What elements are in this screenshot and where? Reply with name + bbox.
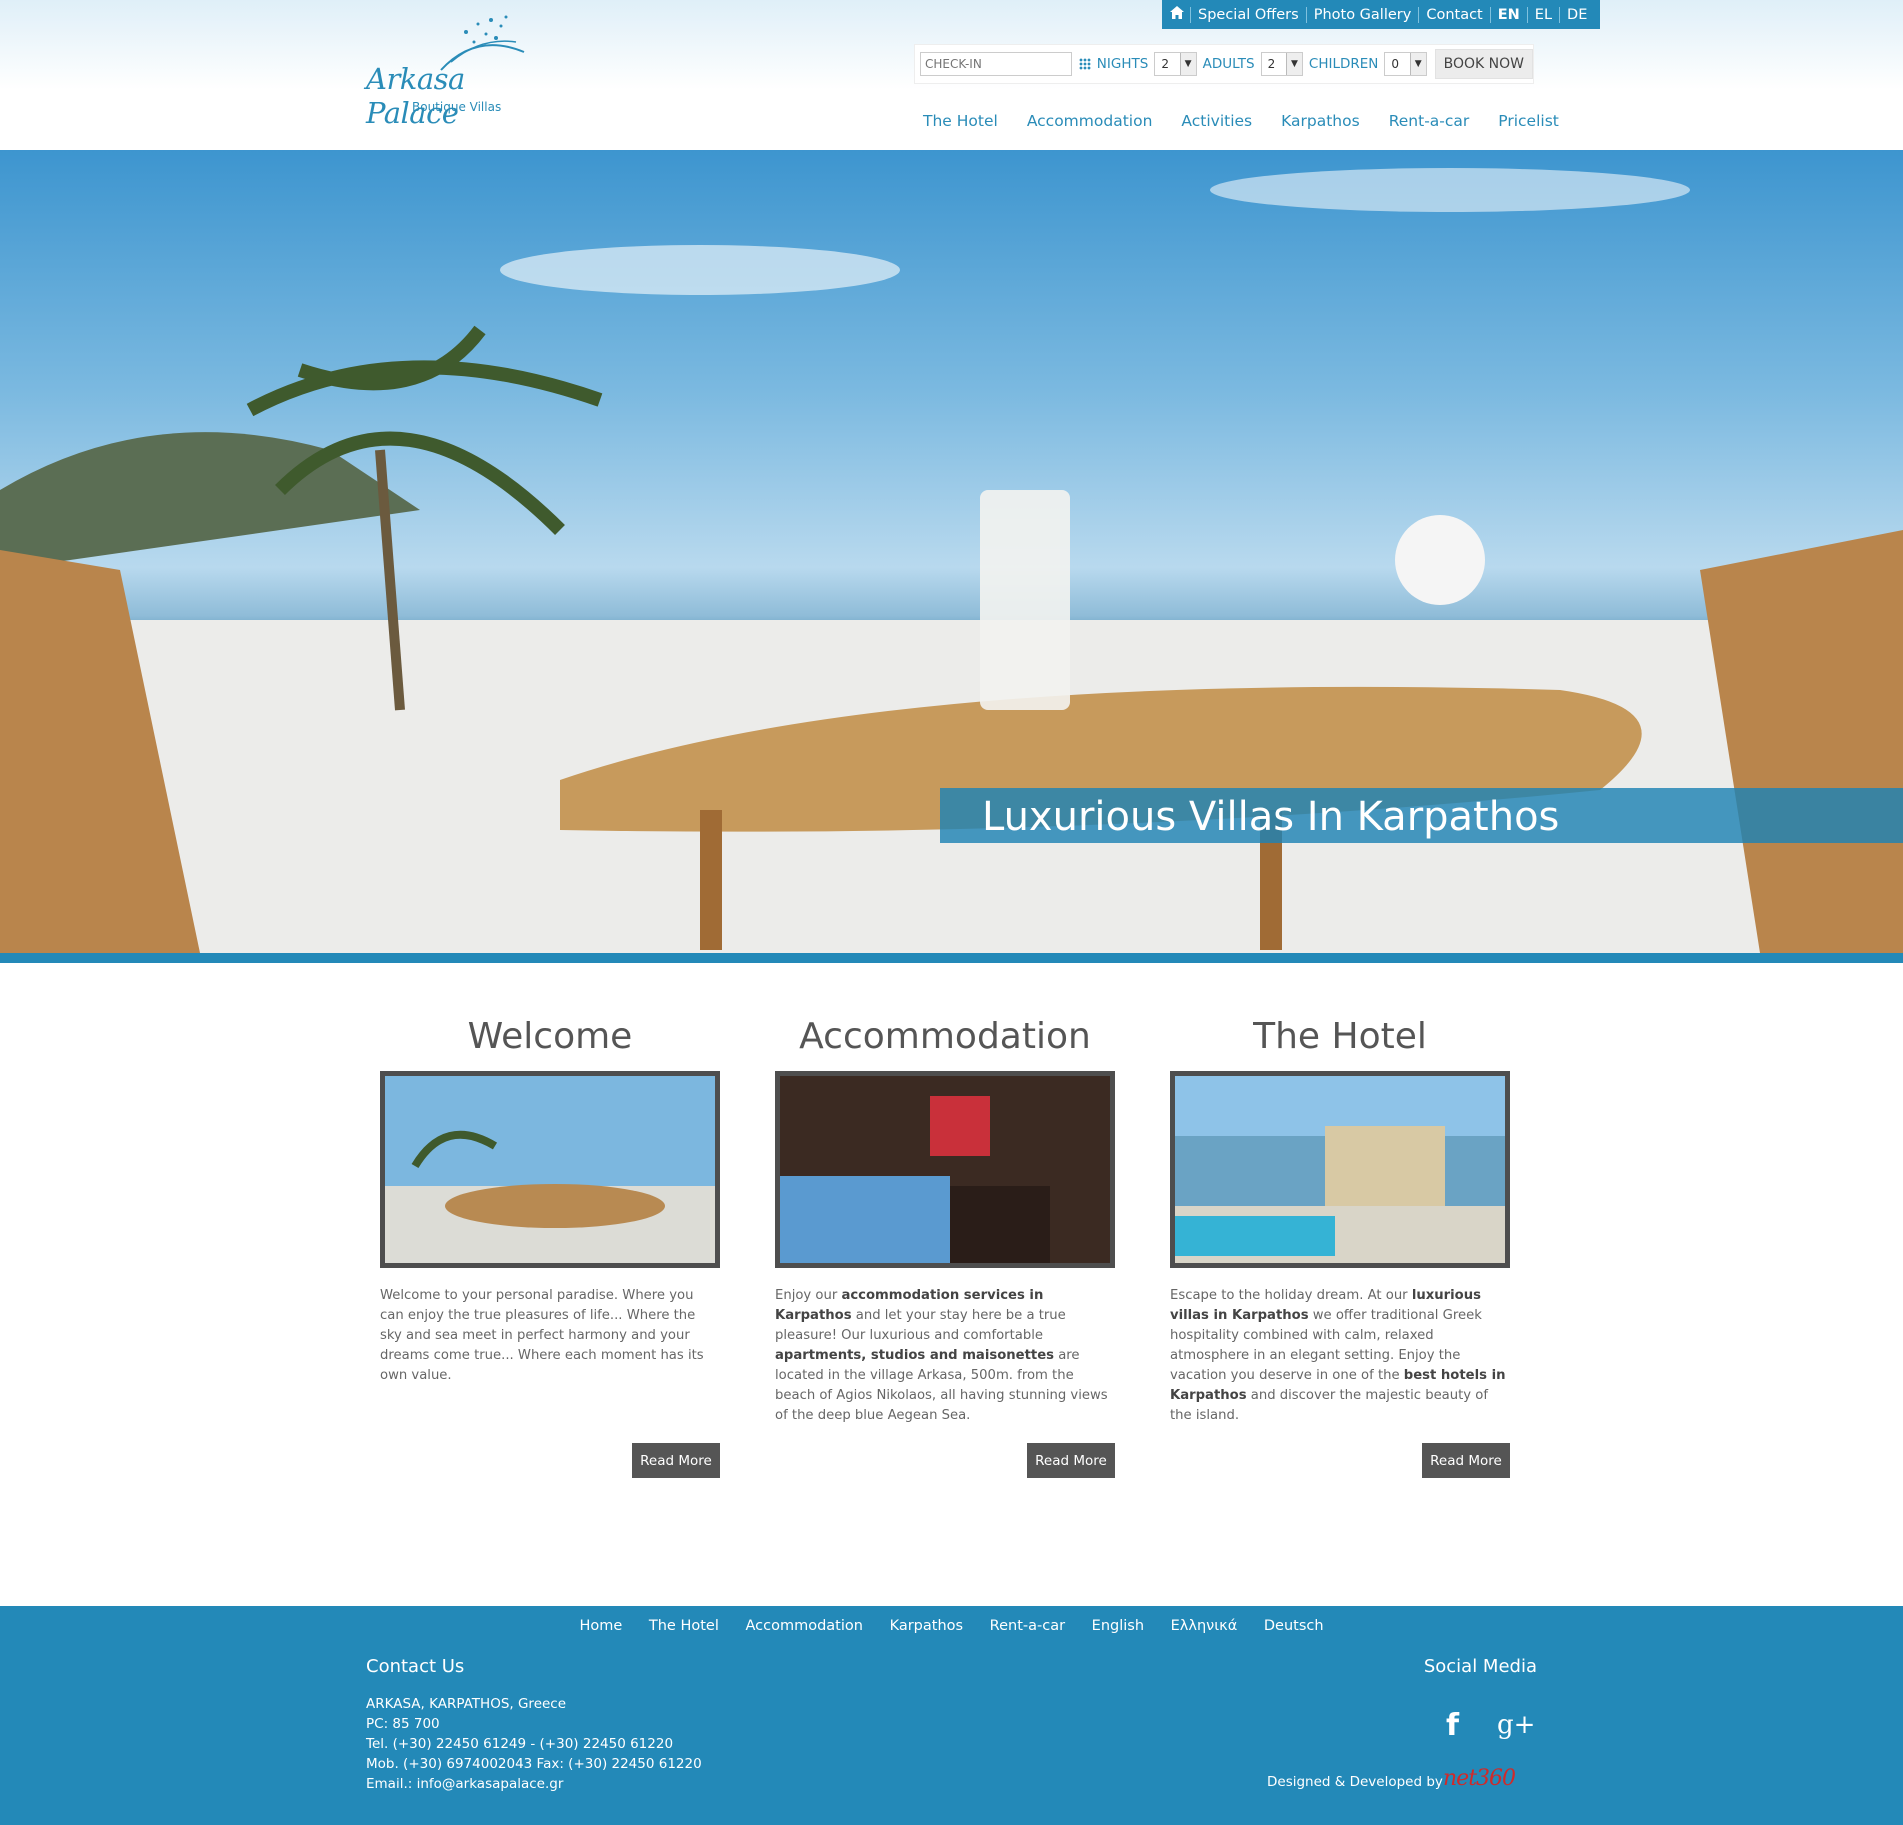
footer-nav-karpathos[interactable]: Karpathos — [890, 1618, 964, 1634]
nav-karpathos[interactable]: Karpathos — [1281, 112, 1360, 130]
hotel-title: The Hotel — [1253, 1016, 1427, 1057]
footer-nav-rent-a-car[interactable]: Rent-a-car — [990, 1618, 1065, 1634]
credit-text: Designed & Developed by — [1267, 1774, 1443, 1790]
contact-title: Contact Us — [366, 1656, 465, 1677]
facebook-icon[interactable]: f — [1446, 1708, 1459, 1743]
contact-address: ARKASA, KARPATHOS, Greece — [366, 1696, 567, 1712]
contact-info: ARKASA, KARPATHOS, Greece PC: 85 700 Tel… — [366, 1694, 702, 1794]
top-link-special-offers[interactable]: Special Offers — [1190, 6, 1306, 23]
logo[interactable]: Arkasa Palace Boutique Villas — [366, 12, 556, 130]
hero-caption-text: Luxurious Villas In Karpathos — [982, 794, 1560, 840]
nav-activities[interactable]: Activities — [1181, 112, 1252, 130]
children-select[interactable]: 0 ▼ — [1384, 52, 1427, 76]
lang-el[interactable]: EL — [1526, 6, 1559, 23]
hero-divider — [0, 953, 1903, 963]
footer-nav-accommodation[interactable]: Accommodation — [745, 1618, 862, 1634]
social-title: Social Media — [1423, 1656, 1537, 1677]
nav-rent-a-car[interactable]: Rent-a-car — [1389, 112, 1470, 130]
booking-form: NIGHTS 2▼ ADULTS 2▼ CHILDREN 0▼ BOOK NOW — [914, 44, 1534, 84]
welcome-read-more-button[interactable]: Read More — [632, 1443, 720, 1478]
chevron-down-icon: ▼ — [1285, 53, 1302, 75]
hotel-text: Escape to the holiday dream. At our luxu… — [1170, 1286, 1510, 1426]
book-now-button[interactable]: BOOK NOW — [1434, 49, 1533, 79]
footer-nav-greek[interactable]: Ελληνικά — [1171, 1618, 1238, 1634]
adults-select[interactable]: 2 ▼ — [1260, 52, 1303, 76]
top-bar: Special Offers Photo Gallery Contact EN … — [1162, 0, 1601, 29]
nav-the-hotel[interactable]: The Hotel — [923, 112, 998, 130]
google-plus-icon[interactable]: g+ — [1497, 1710, 1535, 1740]
lang-de[interactable]: DE — [1559, 6, 1594, 23]
accommodation-title: Accommodation — [799, 1016, 1091, 1057]
accommodation-text-1: Enjoy our — [775, 1288, 842, 1303]
header: Arkasa Palace Boutique Villas Special Of… — [0, 0, 1903, 150]
logo-name: Arkasa Palace — [366, 62, 465, 130]
accommodation-text-bold-2: apartments, studios and maisonettes — [775, 1348, 1054, 1363]
accommodation-image[interactable] — [775, 1071, 1115, 1268]
children-label: CHILDREN — [1308, 56, 1379, 72]
hero-slider: Luxurious Villas In Karpathos — [0, 150, 1903, 953]
footer-nav-home[interactable]: Home — [579, 1618, 622, 1634]
welcome-image[interactable] — [380, 1071, 720, 1268]
nights-value: 2 — [1161, 57, 1169, 71]
nav-accommodation[interactable]: Accommodation — [1027, 112, 1153, 130]
contact-phone: Tel. (+30) 22450 61249 - (+30) 22450 612… — [366, 1736, 674, 1752]
hotel-image[interactable] — [1170, 1071, 1510, 1268]
top-link-contact[interactable]: Contact — [1418, 6, 1489, 23]
adults-value: 2 — [1267, 57, 1276, 71]
footer-nav-the-hotel[interactable]: The Hotel — [649, 1618, 719, 1634]
welcome-title: Welcome — [467, 1016, 633, 1057]
contact-mobile-fax: Mob. (+30) 6974002043 Fax: (+30) 22450 6… — [366, 1756, 702, 1772]
checkin-input[interactable] — [920, 52, 1072, 76]
nights-label: NIGHTS — [1096, 56, 1149, 72]
logo-tagline: Boutique Villas — [412, 100, 502, 114]
footer-nav-english[interactable]: English — [1092, 1618, 1144, 1634]
footer-nav-deutsch[interactable]: Deutsch — [1264, 1618, 1324, 1634]
lang-en[interactable]: EN — [1489, 6, 1527, 23]
hotel-text-1: Escape to the holiday dream. At our — [1170, 1288, 1412, 1303]
chevron-down-icon: ▼ — [1179, 53, 1196, 75]
net360-logo[interactable]: net360 — [1443, 1766, 1516, 1791]
hotel-column: The Hotel Escape to the holiday dream. A… — [1170, 1010, 1510, 1478]
calendar-icon[interactable] — [1079, 58, 1091, 70]
main-nav: The Hotel Accommodation Activities Karpa… — [923, 112, 1588, 130]
welcome-text: Welcome to your personal paradise. Where… — [380, 1288, 704, 1383]
accommodation-text: Enjoy our accommodation services in Karp… — [775, 1286, 1115, 1426]
nights-select[interactable]: 2 ▼ — [1154, 52, 1197, 76]
adults-label: ADULTS — [1202, 56, 1255, 72]
accommodation-column: Accommodation Enjoy our accommodation se… — [775, 1010, 1115, 1478]
contact-postcode: PC: 85 700 — [366, 1716, 440, 1732]
children-value: 0 — [1391, 57, 1400, 71]
contact-email[interactable]: Email.: info@arkasapalace.gr — [366, 1774, 702, 1794]
accommodation-read-more-button[interactable]: Read More — [1027, 1443, 1115, 1478]
home-icon[interactable] — [1168, 6, 1190, 23]
footer: Home The Hotel Accommodation Karpathos R… — [0, 1606, 1903, 1825]
hero-caption: Luxurious Villas In Karpathos — [940, 788, 1903, 843]
chevron-down-icon: ▼ — [1409, 53, 1426, 75]
hotel-read-more-button[interactable]: Read More — [1422, 1443, 1510, 1478]
welcome-column: Welcome Welcome to your personal paradis… — [380, 1010, 720, 1478]
footer-nav: Home The Hotel Accommodation Karpathos R… — [0, 1618, 1903, 1634]
nav-pricelist[interactable]: Pricelist — [1498, 112, 1559, 130]
page: { "logo": {"name": "Arkasa Palace", "tag… — [0, 0, 1903, 1825]
top-link-photo-gallery[interactable]: Photo Gallery — [1305, 6, 1419, 23]
